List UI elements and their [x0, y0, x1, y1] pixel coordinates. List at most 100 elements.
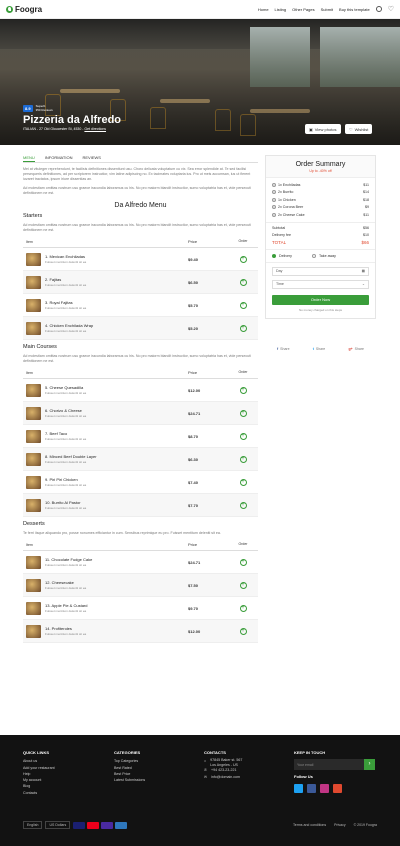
- menu-table-header: Item Price Order: [23, 368, 258, 379]
- menu-item-cell: 11. Chocolate Fudge Cake Fuisset mentitu…: [23, 555, 188, 569]
- add-to-order-icon[interactable]: +: [239, 255, 247, 263]
- menu-item-row: 7. Beef Taco Fuisset mentitum deleniti s…: [23, 425, 258, 448]
- main-content: MENU INFORMATION REVIEWS Mei at vitulege…: [23, 155, 258, 643]
- time-select[interactable]: Time ⌄: [272, 279, 369, 289]
- share-facebook[interactable]: f Share: [277, 347, 290, 351]
- language-select[interactable]: English: [23, 821, 43, 829]
- order-cell: +: [228, 558, 258, 566]
- add-to-order-icon[interactable]: +: [239, 581, 247, 589]
- menu-item-row: 5. Cheese Quesadilla Fuisset mentitum de…: [23, 379, 258, 402]
- menu-table-body: 11. Chocolate Fudge Cake Fuisset mentitu…: [23, 551, 258, 643]
- order-now-button[interactable]: Order Now: [272, 294, 369, 305]
- remove-item-icon[interactable]: ×: [272, 190, 276, 195]
- nav-other-pages[interactable]: Other Pages: [292, 7, 314, 12]
- twitter-icon[interactable]: [294, 783, 303, 793]
- order-cell: +: [228, 278, 258, 286]
- order-item-price: $18: [363, 197, 369, 202]
- remove-item-icon[interactable]: ×: [272, 212, 276, 217]
- dish-name: 11. Chocolate Fudge Cake: [45, 557, 93, 562]
- mail-icon: ✉: [204, 774, 208, 779]
- col-price: Price: [188, 370, 198, 375]
- footer-link[interactable]: Contacts: [23, 790, 55, 796]
- order-cell: +: [228, 255, 258, 263]
- add-to-order-icon[interactable]: +: [239, 432, 247, 440]
- add-to-order-icon[interactable]: +: [239, 278, 247, 286]
- share-twitter[interactable]: t Share: [313, 347, 326, 351]
- day-select[interactable]: Day ▦: [272, 266, 369, 276]
- tab-menu[interactable]: MENU: [23, 155, 35, 162]
- view-photos-button[interactable]: ▣ View photos: [305, 124, 341, 134]
- footer-link[interactable]: Add your restaurant: [23, 765, 55, 771]
- logo-icon: [6, 5, 13, 13]
- add-to-order-icon[interactable]: +: [239, 604, 247, 612]
- login-icon[interactable]: [375, 6, 382, 12]
- dish-description: Fuisset mentitum deleniti sit ea: [45, 306, 87, 310]
- dish-description: Fuisset mentitum deleniti sit ea: [45, 260, 87, 264]
- order-line: × 1x Enchiladas $11: [266, 181, 375, 189]
- add-to-order-icon[interactable]: +: [239, 324, 247, 332]
- add-to-order-icon[interactable]: +: [239, 455, 247, 463]
- add-to-order-icon[interactable]: +: [239, 627, 247, 635]
- dish-price: $7.50: [188, 582, 199, 588]
- terms-link[interactable]: Terms and conditions: [293, 823, 326, 827]
- remove-item-icon[interactable]: ×: [272, 182, 276, 187]
- email-address: info@domain.com: [211, 774, 241, 779]
- nav-home[interactable]: Home: [258, 7, 269, 12]
- nav-submit[interactable]: Submit: [321, 7, 333, 12]
- heart-icon[interactable]: ♡: [388, 5, 394, 13]
- nav-listing[interactable]: Listing: [275, 7, 287, 12]
- tab-reviews[interactable]: REVIEWS: [82, 155, 100, 162]
- takeaway-radio[interactable]: Take away: [311, 253, 336, 258]
- dish-name: 14. Profiteroles: [45, 626, 72, 631]
- youtube-icon[interactable]: [333, 783, 342, 793]
- logo[interactable]: Foogra: [6, 5, 42, 14]
- instagram-icon[interactable]: [320, 783, 329, 793]
- image-icon: ▣: [309, 126, 313, 132]
- add-to-order-icon[interactable]: +: [239, 409, 247, 417]
- order-cell: +: [228, 627, 258, 635]
- privacy-link[interactable]: Privacy: [334, 823, 345, 827]
- dish-description: Fuisset mentitum deleniti sit ea: [45, 460, 87, 464]
- dish-price: $7.70: [188, 502, 199, 508]
- menu-item-row: 3. Royal Fajitas Fuisset mentitum deleni…: [23, 294, 258, 317]
- footer-bottom: English US Dollars Terms and conditions …: [23, 821, 377, 829]
- add-to-order-icon[interactable]: +: [239, 386, 247, 394]
- calendar-icon: ▦: [361, 269, 365, 273]
- order-summary-card: Order Summary Up to -40% off × 1x Enchila…: [265, 155, 376, 319]
- dish-description: Fuisset mentitum deleniti sit ea: [45, 563, 87, 567]
- dish-price: $24.71: [188, 559, 201, 565]
- footer-link[interactable]: Latest Submissions: [114, 777, 145, 783]
- menu-item-row: 8. Minced Beef Double Layer Fuisset ment…: [23, 448, 258, 471]
- facebook-icon[interactable]: [307, 783, 316, 793]
- add-to-order-icon[interactable]: +: [239, 301, 247, 309]
- add-to-order-icon[interactable]: +: [239, 478, 247, 486]
- get-directions-link[interactable]: Get directions: [84, 127, 106, 131]
- remove-item-icon[interactable]: ×: [272, 205, 276, 210]
- add-to-order-icon[interactable]: +: [239, 558, 247, 566]
- newsletter-submit-button[interactable]: ›: [364, 759, 375, 771]
- order-cell: +: [228, 324, 258, 332]
- tab-information[interactable]: INFORMATION: [45, 155, 73, 162]
- newsletter-email-input[interactable]: Your email: [294, 759, 364, 771]
- dish-description: Fuisset mentitum deleniti sit ea: [45, 483, 87, 487]
- intro-paragraph: Mei at vituleger reprehendunt, te facili…: [23, 167, 251, 181]
- order-totals: Subtotal $56 Delivery fee $10 TOTAL $66: [266, 221, 375, 249]
- menu-item-cell: 14. Profiteroles Fuisset mentitum deleni…: [23, 624, 188, 638]
- footer-categories-title: CATEGORIES: [114, 750, 141, 755]
- email[interactable]: ✉ info@domain.com: [204, 774, 242, 780]
- share-google[interactable]: g+ Share: [348, 347, 364, 351]
- dish-thumbnail: [26, 298, 41, 312]
- delivery-radio[interactable]: Delivery: [272, 253, 292, 258]
- logo-text: Foogra: [15, 4, 43, 14]
- order-item-name: 1x Chicken: [278, 197, 296, 202]
- add-to-order-icon[interactable]: +: [239, 501, 247, 509]
- wishlist-button[interactable]: ♡ Wishlist: [345, 124, 373, 134]
- currency-select[interactable]: US Dollars: [45, 821, 71, 829]
- footer-categories: CATEGORIES Top Categories Best Rated Bes…: [114, 750, 145, 783]
- dish-price: $6.50: [188, 279, 199, 285]
- remove-item-icon[interactable]: ×: [272, 197, 276, 202]
- nav-buy-template[interactable]: Buy this template: [339, 7, 370, 12]
- menu-item-cell: 8. Minced Beef Double Layer Fuisset ment…: [23, 452, 188, 466]
- col-price: Price: [188, 239, 198, 244]
- col-order: Order: [238, 370, 248, 374]
